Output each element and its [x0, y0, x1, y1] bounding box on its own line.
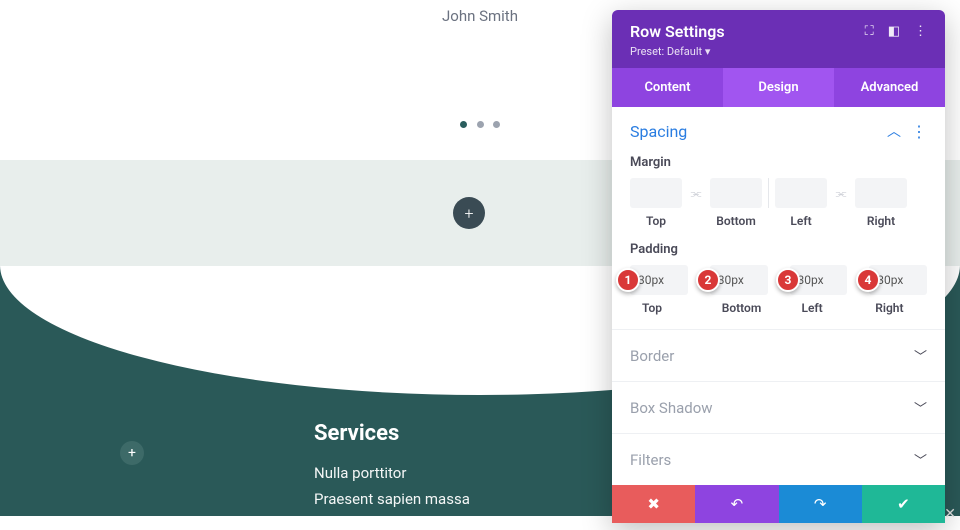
panel-title: Row Settings [630, 22, 865, 41]
close-icon[interactable]: ✕ [944, 506, 956, 522]
tabs: Content Design Advanced [612, 68, 945, 107]
cancel-button[interactable]: ✖ [612, 485, 695, 523]
border-section[interactable]: Border ﹀ [612, 329, 945, 381]
add-element-button[interactable]: + [120, 441, 144, 465]
service-item[interactable]: Praesent sapien massa [314, 490, 470, 508]
padding-label: Padding [630, 242, 927, 257]
margin-top-input[interactable] [630, 178, 682, 208]
action-bar: ✖ ↶ ↷ ✔ [612, 485, 945, 523]
annotation-2: 2 [696, 268, 720, 292]
undo-button[interactable]: ↶ [695, 485, 778, 523]
annotation-3: 3 [776, 268, 800, 292]
chevron-down-icon: ﹀ [914, 346, 927, 365]
tab-advanced[interactable]: Advanced [834, 68, 945, 107]
label-top: Top [630, 214, 682, 228]
chevron-down-icon: ﹀ [914, 450, 927, 469]
label-right: Right [869, 301, 927, 315]
label-top: Top [630, 301, 710, 315]
label-right: Right [855, 214, 907, 228]
label-left: Left [775, 214, 827, 228]
services-heading: Services [314, 421, 470, 446]
menu-icon[interactable]: ⋮ [914, 24, 927, 39]
link-icon[interactable]: ⫘ [682, 186, 710, 201]
box-shadow-section[interactable]: Box Shadow ﹀ [612, 381, 945, 433]
chevron-down-icon: ﹀ [914, 398, 927, 417]
link-icon[interactable]: ⫘ [827, 186, 855, 201]
label-bottom: Bottom [710, 214, 762, 228]
preset-selector[interactable]: Preset: Default ▾ [630, 45, 865, 58]
dot-1[interactable] [460, 121, 467, 128]
tab-design[interactable]: Design [723, 68, 834, 107]
label-left: Left [789, 301, 869, 315]
spacing-title: Spacing [630, 122, 687, 141]
label-bottom: Bottom [710, 301, 790, 315]
dot-2[interactable] [477, 121, 484, 128]
filters-section[interactable]: Filters ﹀ [612, 433, 945, 485]
margin-bottom-input[interactable] [710, 178, 762, 208]
margin-left-input[interactable] [775, 178, 827, 208]
snap-icon[interactable]: ◧ [888, 24, 900, 39]
add-section-button[interactable]: + [453, 197, 485, 229]
dot-3[interactable] [493, 121, 500, 128]
chevron-up-icon[interactable]: ︿ [887, 121, 901, 141]
expand-icon[interactable]: ⛶ [865, 24, 874, 39]
spacing-section-header[interactable]: Spacing ︿ ⋮ [612, 107, 945, 155]
redo-button[interactable]: ↷ [779, 485, 862, 523]
margin-right-input[interactable] [855, 178, 907, 208]
annotation-4: 4 [856, 268, 880, 292]
section-menu-icon[interactable]: ⋮ [911, 122, 927, 141]
panel-header[interactable]: Row Settings Preset: Default ▾ ⛶ ◧ ⋮ [612, 10, 945, 68]
annotation-1: 1 [616, 268, 640, 292]
tab-content[interactable]: Content [612, 68, 723, 107]
row-settings-panel: Row Settings Preset: Default ▾ ⛶ ◧ ⋮ Con… [612, 10, 945, 523]
margin-label: Margin [630, 155, 927, 170]
service-item[interactable]: Nulla porttitor [314, 464, 470, 482]
save-button[interactable]: ✔ [862, 485, 945, 523]
